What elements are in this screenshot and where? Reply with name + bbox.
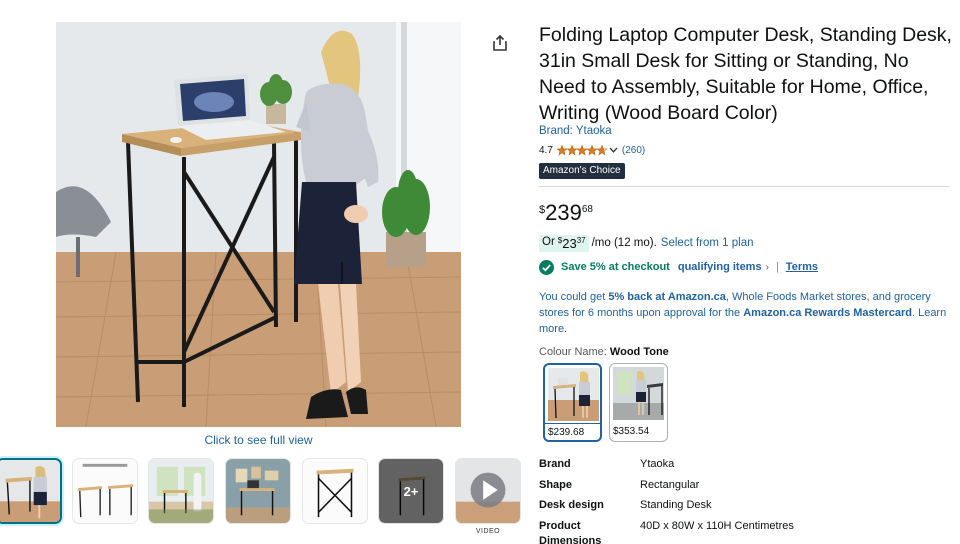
star-icon	[556, 144, 568, 155]
colour-selected-value: Wood Tone	[609, 346, 669, 358]
colour-name-label: Colour Name: Wood Tone	[539, 346, 669, 358]
price-whole: 239	[545, 200, 582, 225]
swatch-price: $239.68	[545, 423, 600, 438]
thumbnail-5[interactable]	[302, 458, 368, 524]
chevron-down-icon[interactable]	[609, 145, 618, 156]
spec-row-desk-design: Desk design Standing Desk	[539, 498, 939, 513]
product-title: Folding Laptop Computer Desk, Standing D…	[539, 24, 952, 124]
thumbnail-2[interactable]	[72, 458, 138, 524]
spec-value: Rectangular	[640, 479, 700, 491]
star-rating[interactable]	[556, 144, 607, 156]
more-images-count: 2+	[403, 483, 419, 499]
colour-swatch-wood-tone[interactable]: $239.68	[543, 363, 602, 442]
thumbnail-1[interactable]	[0, 458, 62, 524]
share-icon[interactable]	[491, 34, 509, 52]
spec-value: Standing Desk	[640, 499, 712, 511]
save-checkout-text: Save 5% at checkout	[561, 261, 670, 273]
credit-card-promo[interactable]: You could get 5% back at Amazon.ca, Whol…	[539, 289, 954, 337]
spec-key: Brand	[539, 458, 571, 470]
star-icon	[596, 144, 607, 155]
colour-swatch-option-2[interactable]: $353.54	[609, 363, 668, 442]
monthly-payment: Or $ 23 37 /mo (12 mo). Select from 1 pl…	[539, 234, 753, 252]
monthly-prefix: Or	[542, 235, 555, 248]
spec-row-dimensions: Product Dimensions 40D x 80W x 110H Cent…	[539, 519, 939, 544]
qualifying-items-link[interactable]: qualifying items	[678, 261, 762, 273]
monthly-fraction: 37	[576, 235, 586, 245]
check-circle-icon	[539, 259, 554, 275]
swatch-price: $353.54	[613, 426, 650, 437]
star-icon	[586, 144, 598, 155]
see-full-view-link[interactable]: Click to see full view	[56, 433, 461, 447]
monthly-amount-highlight: Or $ 23 37	[539, 234, 589, 252]
video-label: VIDEO	[475, 528, 501, 535]
thumbnail-4[interactable]	[225, 458, 291, 524]
spec-key: Product Dimensions	[539, 520, 602, 544]
rating-value: 4.7	[539, 144, 553, 156]
main-product-image[interactable]	[56, 22, 461, 427]
star-icon	[566, 144, 578, 155]
amazons-choice-badge[interactable]: Amazon's Choice	[539, 163, 625, 179]
terms-link[interactable]: Terms	[786, 261, 818, 273]
monthly-term: /mo (12 mo).	[591, 237, 657, 249]
chevron-right-icon: ›	[765, 261, 769, 273]
monthly-whole: 23	[562, 235, 577, 251]
coupon-row: Save 5% at checkout qualifying items › |…	[539, 259, 818, 275]
brand-link[interactable]: Brand: Ytaoka	[539, 125, 612, 137]
divider	[539, 186, 949, 187]
price-fraction: 68	[581, 204, 593, 215]
select-plan-link[interactable]: Select from 1 plan	[661, 237, 754, 249]
spec-value: 40D x 80W x 110H Centimetres	[640, 520, 794, 532]
promo-text-1: You could get	[539, 291, 609, 303]
spec-key: Shape	[539, 479, 573, 491]
swatch-image	[548, 368, 599, 421]
spec-row-brand: Brand Ytaoka	[539, 457, 939, 472]
thumbnail-video[interactable]	[455, 458, 521, 524]
rating-row[interactable]: 4.7 (260)	[539, 143, 645, 157]
promo-cashback[interactable]: 5% back at Amazon.ca	[608, 291, 726, 303]
spec-value: Ytaoka	[640, 458, 675, 470]
star-icon	[576, 144, 588, 155]
thumbnail-more[interactable]: 2+	[378, 458, 444, 524]
separator: |	[775, 261, 779, 273]
review-count-link[interactable]: (260)	[622, 145, 645, 156]
colour-label-text: Colour Name:	[539, 346, 610, 358]
spec-key: Desk design	[539, 499, 604, 511]
price: $ 239 68	[539, 200, 593, 226]
thumbnail-3[interactable]	[148, 458, 214, 524]
swatch-image	[613, 367, 664, 420]
spec-row-shape: Shape Rectangular	[539, 478, 939, 493]
promo-card-name[interactable]: Amazon.ca Rewards Mastercard	[743, 307, 912, 319]
